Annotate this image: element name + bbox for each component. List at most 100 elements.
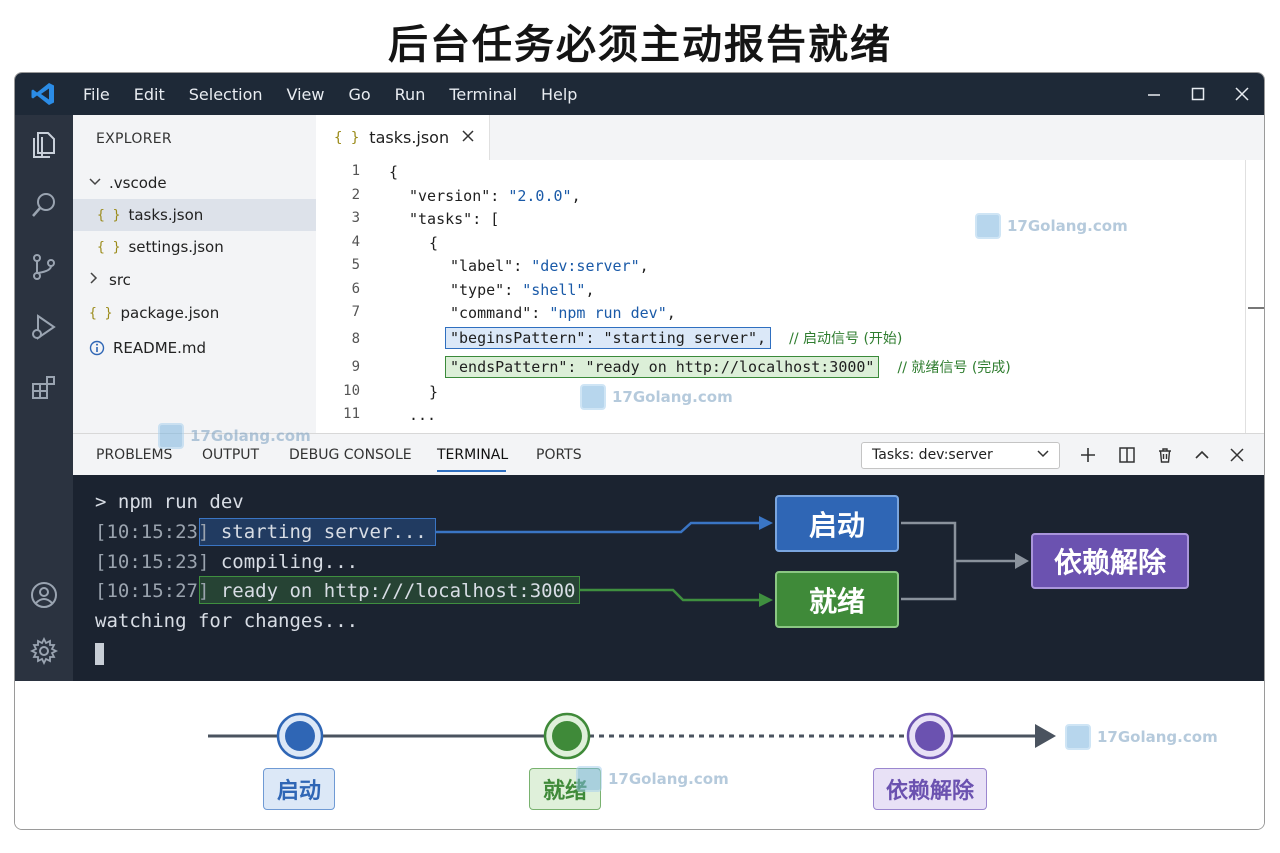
flow-start-box: 启动 [775,495,899,552]
explorer-icon[interactable] [28,129,60,161]
line-number: 1 [351,163,360,179]
timeline-diagram: 启动 就绪 依赖解除 [15,681,1264,829]
menu-terminal[interactable]: Terminal [437,85,529,104]
explorer-sidebar: EXPLORER .vscode { } tasks.json { } sett… [73,115,316,433]
chevron-down-icon [89,176,101,191]
split-terminal-button[interactable] [1114,442,1140,468]
search-icon[interactable] [28,189,60,221]
activity-bar [15,115,73,681]
active-tab-indicator [437,470,506,472]
code-line: } [429,383,439,401]
tab-label: tasks.json [369,128,450,147]
tree-item-label: src [109,271,131,289]
tree-item-label: README.md [113,339,207,357]
menu-go[interactable]: Go [336,85,382,104]
menu-help[interactable]: Help [529,85,589,104]
maximize-panel-button[interactable] [1189,442,1215,468]
terminal-panel[interactable]: > npm run dev [10:15:23] starting server… [73,475,1264,681]
vscode-window: File Edit Selection View Go Run Terminal… [14,72,1265,830]
title-bar: File Edit Selection View Go Run Terminal… [15,73,1264,115]
menu-file[interactable]: File [71,85,122,104]
line-number: 7 [351,304,360,320]
panel-tab-bar: PROBLEMS OUTPUT DEBUG CONSOLE TERMINAL P… [73,433,1264,475]
scrollbar-marker[interactable] [1248,307,1264,309]
line-number: 6 [351,281,360,297]
line-number: 5 [351,257,360,273]
task-select-value: Tasks: dev:server [872,447,993,463]
tree-file-package-json[interactable]: { } package.json [73,297,316,329]
minimize-button[interactable] [1132,73,1176,115]
line-number: 11 [343,406,360,422]
menu-edit[interactable]: Edit [122,85,177,104]
maximize-button[interactable] [1176,73,1220,115]
tree-file-readme[interactable]: README.md [73,332,316,364]
tree-item-label: settings.json [128,238,224,256]
json-file-icon: { } [89,305,113,321]
line-number: 10 [343,383,360,399]
tab-close-icon[interactable] [461,127,475,148]
chevron-up-icon [1195,450,1209,459]
chevron-down-icon [1037,447,1049,463]
chevron-right-icon [89,272,101,288]
task-select-dropdown[interactable]: Tasks: dev:server [861,442,1060,469]
code-line-ends-pattern: "endsPattern": "ready on http://localhos… [445,356,1011,378]
run-debug-icon[interactable] [28,311,60,343]
begins-pattern-highlight: "beginsPattern": "starting server", [445,327,772,349]
minimize-icon [1148,94,1160,96]
close-icon [1230,448,1244,462]
menu-selection[interactable]: Selection [177,85,275,104]
tab-terminal[interactable]: TERMINAL [437,447,508,463]
flow-ready-box: 就绪 [775,571,899,628]
json-file-icon: { } [97,207,121,223]
code-line: "command": "npm run dev", [450,304,676,322]
code-line: "label": "dev:server", [450,257,649,275]
line-number: 8 [351,331,360,347]
code-line: "tasks": [ [409,210,500,228]
tree-item-label: .vscode [109,174,167,192]
kill-terminal-button[interactable] [1152,442,1178,468]
explorer-title: EXPLORER [96,131,172,147]
json-file-icon: { } [334,129,360,146]
tab-ports[interactable]: PORTS [536,447,582,463]
tree-item-label: package.json [120,304,220,322]
code-line: "version": "2.0.0", [409,187,581,205]
line-number: 9 [351,359,360,375]
new-terminal-button[interactable] [1075,442,1101,468]
timeline-ready-label: 就绪 [529,768,601,810]
menu-run[interactable]: Run [383,85,438,104]
page-title: 后台任务必须主动报告就绪 [388,22,892,68]
info-icon [89,340,105,356]
tree-folder-src[interactable]: src [73,264,316,296]
close-window-button[interactable] [1220,73,1264,115]
close-panel-button[interactable] [1224,442,1250,468]
tab-problems[interactable]: PROBLEMS [96,447,172,463]
timeline-dependency-label: 依赖解除 [873,768,987,810]
menu-view[interactable]: View [275,85,337,104]
code-line: ... [409,406,437,424]
tab-output[interactable]: OUTPUT [202,447,259,463]
tree-file-tasks-json[interactable]: { } tasks.json [73,199,316,231]
begins-comment: // 启动信号 (开始) [789,331,903,347]
account-icon[interactable] [28,579,60,611]
line-number: 2 [351,187,360,203]
code-editor[interactable]: 1 2 3 4 5 6 7 8 9 10 11 { "version": "2.… [316,160,1264,433]
tree-item-label: tasks.json [128,206,204,224]
tab-debug-console[interactable]: DEBUG CONSOLE [289,447,412,463]
split-icon [1119,447,1135,463]
ends-pattern-highlight: "endsPattern": "ready on http://localhos… [445,356,880,378]
line-number: 3 [351,210,360,226]
tree-folder-vscode[interactable]: .vscode [73,167,316,199]
timeline-track [208,712,1056,760]
source-control-icon[interactable] [28,251,60,283]
settings-gear-icon[interactable] [28,635,60,667]
extensions-icon[interactable] [28,371,60,403]
tab-tasks-json[interactable]: { } tasks.json [316,115,490,160]
flow-dependency-box: 依赖解除 [1031,533,1189,589]
vscode-logo-icon [15,73,71,115]
trash-icon [1159,448,1171,463]
tree-file-settings-json[interactable]: { } settings.json [73,231,316,263]
code-line-begins-pattern: "beginsPattern": "starting server", // 启… [445,327,903,349]
close-icon [1235,87,1249,101]
menu-bar: File Edit Selection View Go Run Terminal… [71,85,589,104]
timeline-start-label: 启动 [263,768,335,810]
